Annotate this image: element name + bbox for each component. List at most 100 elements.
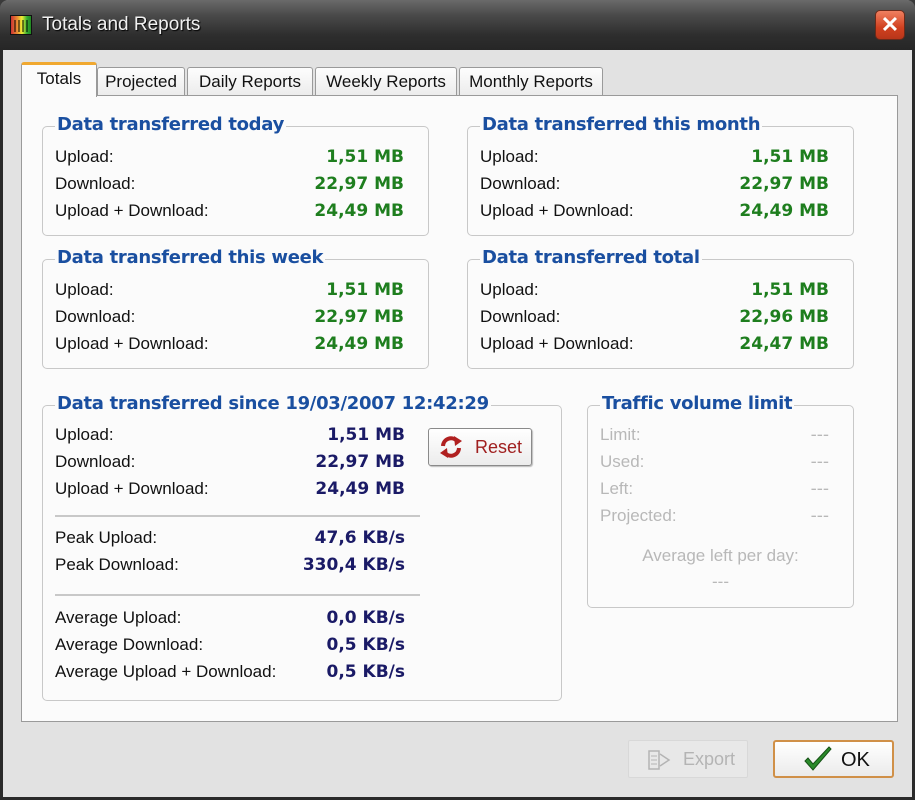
row-limit: Limit: --- xyxy=(600,425,829,451)
group-title: Data transferred this month xyxy=(480,114,763,135)
group-month: Data transferred this month Upload: 1,51… xyxy=(467,114,854,236)
row-average-upload-download: Average Upload + Download: 0,5 KB/s xyxy=(55,662,405,688)
row-value: --- xyxy=(810,479,829,499)
group-title: Data transferred this week xyxy=(55,247,326,268)
row-label: Download: xyxy=(480,307,561,326)
row-label: Left: xyxy=(600,479,634,498)
row-peak-download: Peak Download: 330,4 KB/s xyxy=(55,555,405,581)
row-upload-download: Upload + Download: 24,49 MB xyxy=(55,334,404,360)
row-download: Download: 22,97 MB xyxy=(55,174,404,200)
row-value: 24,49 MB xyxy=(315,479,405,499)
row-average-upload: Average Upload: 0,0 KB/s xyxy=(55,608,405,634)
row-label: Upload + Download: xyxy=(55,334,209,353)
average-left-per-day-label: Average left per day: xyxy=(642,546,799,565)
row-download: Download: 22,97 MB xyxy=(480,174,829,200)
group-title: Traffic volume limit xyxy=(600,393,795,414)
export-icon xyxy=(648,750,671,770)
row-label: Download: xyxy=(55,174,136,193)
row-upload-download: Upload + Download: 24,49 MB xyxy=(55,201,404,227)
tab-weekly-reports[interactable]: Weekly Reports xyxy=(315,67,457,95)
ok-label: OK xyxy=(841,749,870,771)
totals-and-reports-window: Totals and Reports ✕ Totals Projected Da… xyxy=(0,0,915,800)
group-total: Data transferred total Upload: 1,51 MB D… xyxy=(467,247,854,369)
row-upload-download: Upload + Download: 24,49 MB xyxy=(55,479,405,505)
reset-button[interactable]: Reset xyxy=(428,428,532,466)
row-label: Peak Download: xyxy=(55,555,179,574)
row-average-download: Average Download: 0,5 KB/s xyxy=(55,635,405,661)
ok-button[interactable]: OK xyxy=(773,740,894,778)
row-label: Upload + Download: xyxy=(55,201,209,220)
export-label: Export xyxy=(683,749,736,769)
row-label: Upload: xyxy=(55,147,114,166)
group-traffic-limit: Traffic volume limit Limit: --- Used: --… xyxy=(587,393,854,608)
row-value: 22,97 MB xyxy=(314,307,404,327)
totals-panel: Data transferred today Upload: 1,51 MB D… xyxy=(21,95,898,722)
row-label: Used: xyxy=(600,452,645,471)
row-value: 47,6 KB/s xyxy=(314,528,405,548)
row-value: 0,0 KB/s xyxy=(326,608,406,628)
row-value: 1,51 MB xyxy=(326,147,404,167)
close-button[interactable]: ✕ xyxy=(875,10,905,40)
average-left-per-day-value: --- xyxy=(712,572,729,591)
row-download: Download: 22,96 MB xyxy=(480,307,829,333)
row-value: 330,4 KB/s xyxy=(302,555,405,575)
row-upload: Upload: 1,51 MB xyxy=(480,280,829,306)
title-bar[interactable]: Totals and Reports ✕ xyxy=(0,0,915,50)
row-value: 0,5 KB/s xyxy=(326,635,406,655)
row-value: 22,97 MB xyxy=(315,452,405,472)
row-value: 22,96 MB xyxy=(739,307,829,327)
row-upload: Upload: 1,51 MB xyxy=(55,280,404,306)
checkmark-icon xyxy=(804,746,832,771)
tab-monthly-reports[interactable]: Monthly Reports xyxy=(459,67,603,95)
reset-label: Reset xyxy=(475,437,523,457)
row-value: 24,49 MB xyxy=(314,334,404,354)
row-download: Download: 22,97 MB xyxy=(55,452,405,478)
row-upload-download: Upload + Download: 24,49 MB xyxy=(480,201,829,227)
export-button[interactable]: Export xyxy=(628,740,748,778)
row-left: Left: --- xyxy=(600,479,829,505)
row-upload: Upload: 1,51 MB xyxy=(55,147,404,173)
row-upload: Upload: 1,51 MB xyxy=(55,425,405,451)
row-label: Upload: xyxy=(480,280,539,299)
row-value: 24,49 MB xyxy=(314,201,404,221)
row-label: Average Upload + Download: xyxy=(55,662,277,681)
row-label: Download: xyxy=(480,174,561,193)
row-label: Peak Upload: xyxy=(55,528,158,547)
row-peak-upload: Peak Upload: 47,6 KB/s xyxy=(55,528,405,554)
row-value: 24,49 MB xyxy=(739,201,829,221)
row-projected: Projected: --- xyxy=(600,506,829,532)
group-title: Data transferred since 19/03/2007 12:42:… xyxy=(55,393,491,414)
row-label: Average Download: xyxy=(55,635,204,654)
tab-totals[interactable]: Totals xyxy=(21,62,97,97)
tab-projected[interactable]: Projected xyxy=(97,67,185,95)
group-title: Data transferred total xyxy=(480,247,702,268)
row-label: Limit: xyxy=(600,425,641,444)
row-label: Projected: xyxy=(600,506,677,525)
row-label: Download: xyxy=(55,452,136,471)
row-value: 1,51 MB xyxy=(751,280,829,300)
app-chart-icon xyxy=(10,15,32,35)
row-label: Upload: xyxy=(55,280,114,299)
row-value: 24,47 MB xyxy=(739,334,829,354)
group-title: Data transferred today xyxy=(55,114,286,135)
group-today: Data transferred today Upload: 1,51 MB D… xyxy=(42,114,429,236)
separator xyxy=(55,515,420,517)
row-value: --- xyxy=(810,452,829,472)
close-icon: ✕ xyxy=(880,12,900,37)
row-value: 22,97 MB xyxy=(314,174,404,194)
window-title: Totals and Reports xyxy=(42,14,201,35)
row-value: --- xyxy=(810,506,829,526)
row-used: Used: --- xyxy=(600,452,829,478)
row-label: Upload + Download: xyxy=(55,479,209,498)
row-upload: Upload: 1,51 MB xyxy=(480,147,829,173)
row-value: 0,5 KB/s xyxy=(326,662,406,682)
row-label: Upload + Download: xyxy=(480,201,634,220)
row-label: Upload: xyxy=(480,147,539,166)
row-label: Download: xyxy=(55,307,136,326)
row-upload-download: Upload + Download: 24,47 MB xyxy=(480,334,829,360)
row-download: Download: 22,97 MB xyxy=(55,307,404,333)
row-label: Average Upload: xyxy=(55,608,182,627)
row-value: 1,51 MB xyxy=(327,425,405,445)
group-week: Data transferred this week Upload: 1,51 … xyxy=(42,247,429,369)
tab-daily-reports[interactable]: Daily Reports xyxy=(187,67,313,95)
